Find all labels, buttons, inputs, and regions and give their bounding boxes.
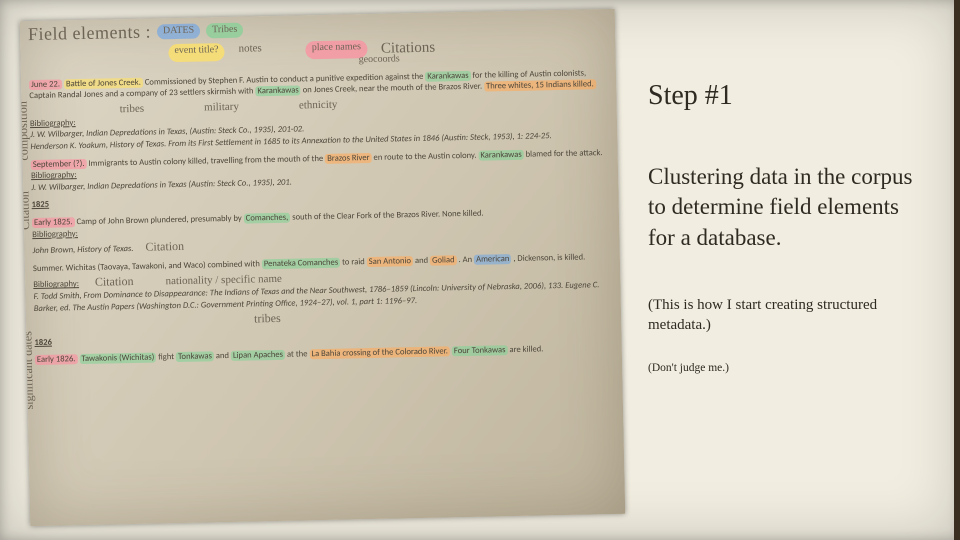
hl-tribe: Penateka Comanches — [262, 257, 341, 269]
pill-event-title: event title? — [168, 43, 225, 63]
sentence: are killed. — [509, 345, 543, 356]
sentence: to raid — [342, 257, 367, 268]
hl-date: September (?). — [31, 158, 87, 169]
sentence: Camp of John Brown plundered, presumably… — [76, 214, 243, 228]
sentence: . An — [458, 255, 474, 265]
hl-tribe: Lipan Apaches — [231, 350, 285, 361]
sentence: and — [216, 351, 231, 361]
entry-2: September (?). Immigrants to Austin colo… — [31, 147, 615, 194]
sentence: blamed for the attack. — [525, 148, 602, 160]
sentence: at the — [287, 349, 310, 359]
hl-tribe: Tawakonis (Wichitas) — [79, 353, 156, 365]
sentence: fight — [158, 352, 176, 362]
body-line-3: (Don't judge me.) — [648, 362, 914, 374]
annot-nationality: nationality / specific name — [165, 273, 282, 287]
printed-text: June 22. Battle of Jones Creek. Commissi… — [29, 68, 618, 367]
pill-dates: DATES — [157, 24, 200, 39]
annot-military: military — [204, 100, 239, 116]
entry-3: Early 1825. Camp of John Brown plundered… — [32, 206, 616, 258]
hl-event: Battle of Jones Creek. — [64, 77, 143, 89]
sentence: south of the Clear Fork of the Brazos Ri… — [292, 209, 484, 223]
bib-line: John Brown, History of Texas. — [32, 244, 133, 256]
hl-tribe: Tonkawas — [176, 351, 214, 362]
annot-ethnicity: ethnicity — [299, 98, 338, 114]
hl-tail: Three whites, 15 Indians killed. — [484, 80, 596, 92]
slide: composition Citation significant dates F… — [0, 0, 960, 540]
page-contents: Field elements : DATES Tribes event titl… — [28, 11, 618, 367]
hl-date: June 22. — [29, 79, 62, 90]
label-notes: notes — [238, 42, 262, 61]
hl-nationality: American — [474, 254, 511, 265]
hl-tribe: Karankawas — [255, 86, 300, 97]
annot-citation: Citation — [145, 239, 184, 254]
text-column: Step #1 Clustering data in the corpus to… — [620, 0, 960, 540]
hl-tribe: Karankawas — [478, 149, 523, 160]
annot-citation: Citation — [95, 274, 134, 289]
label-field-elements: Field elements : — [28, 21, 151, 46]
entry-1: June 22. Battle of Jones Creek. Commissi… — [29, 68, 613, 154]
sentence: , Dickenson, is killed. — [513, 252, 585, 264]
sentence: on Jones Creek, near the mouth of the Br… — [303, 82, 485, 96]
pill-tribes: Tribes — [206, 23, 243, 38]
bib-label: Bibliography: — [33, 279, 79, 290]
sentence: en route to the Austin colony. — [373, 150, 478, 162]
hl-tribe: Karankawas — [425, 71, 470, 82]
hl-place: San Antonio — [367, 256, 413, 267]
hl-place: La Bahia crossing of the Colorado River. — [309, 346, 450, 359]
hl-date: Early 1825. — [32, 217, 75, 228]
annotated-corpus-photo: composition Citation significant dates F… — [20, 9, 625, 526]
sentence: and — [415, 255, 430, 265]
step-heading: Step #1 — [648, 80, 914, 112]
body-line-2: (This is how I start creating structured… — [648, 295, 914, 336]
entry-4: Summer. Wichitas (Taovaya, Tawakoni, and… — [33, 252, 617, 332]
accent-stripe — [954, 0, 960, 540]
hl-date: Early 1826. — [35, 354, 78, 365]
hl-place: Brazos River — [325, 153, 372, 164]
hl-place: Goliad — [430, 255, 457, 266]
body-line-1: Clustering data in the corpus to determi… — [648, 162, 914, 253]
hl-tribe: Comanches, — [244, 213, 291, 224]
hl-count: Four Tonkawas — [452, 345, 508, 356]
annot-tribes: tribes — [119, 102, 144, 117]
